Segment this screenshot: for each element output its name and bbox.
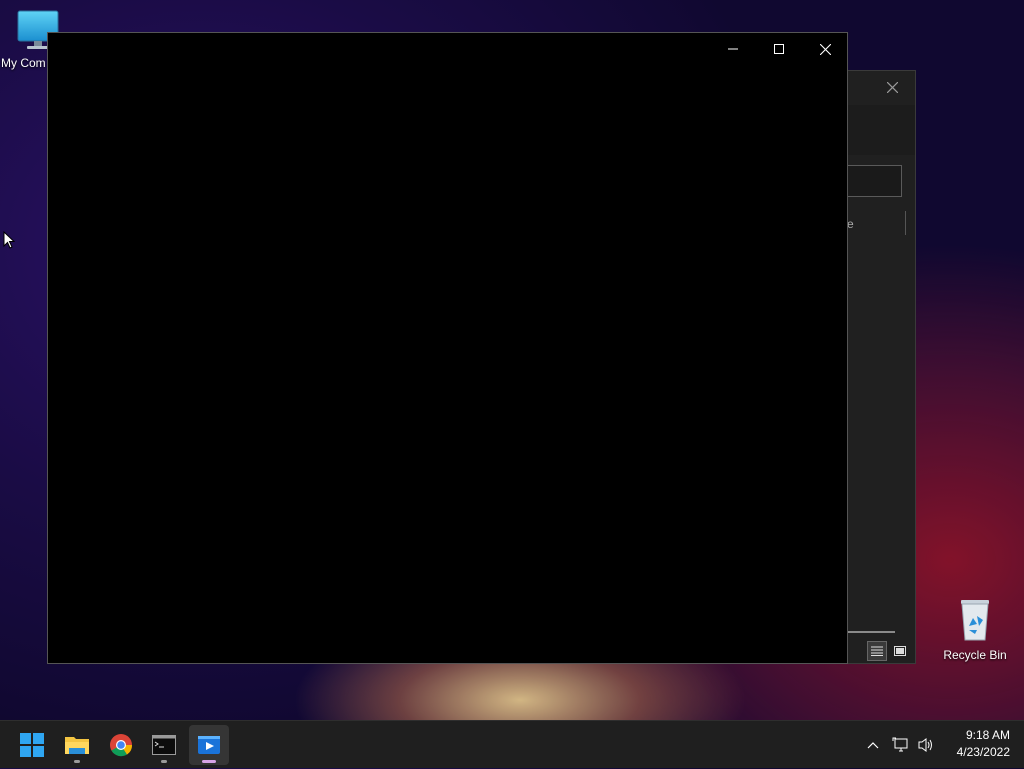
details-view-button[interactable] [867,641,887,661]
foreground-window[interactable] [47,32,848,664]
terminal-icon [152,735,176,755]
taskbar: 9:18 AM 4/23/2022 [0,720,1024,768]
clock-date: 4/23/2022 [956,745,1010,759]
details-view-icon [871,646,883,656]
folder-icon [65,737,89,754]
close-icon [886,81,898,93]
active-indicator [202,760,216,763]
taskbar-file-explorer[interactable] [57,725,97,765]
maximize-button[interactable] [756,33,802,65]
network-icon [892,737,908,752]
chevron-up-icon [867,742,879,749]
background-window-close-button[interactable] [879,75,905,99]
volume-icon [918,738,932,752]
volume-button[interactable] [914,721,938,769]
mouse-cursor-icon [3,231,15,249]
background-window-separator [905,211,906,235]
background-window-column-header: e [847,217,854,231]
taskbar-chrome[interactable] [101,725,141,765]
thumbnail-view-button[interactable] [890,641,910,661]
desktop-icon-recycle-bin[interactable]: Recycle Bin [938,596,1012,662]
clock-time: 9:18 AM [965,728,1010,742]
minimize-icon [728,48,738,50]
running-indicator [161,760,167,763]
windows-start-icon [20,733,44,757]
taskbar-command-prompt[interactable] [144,725,184,765]
clock[interactable]: 9:18 AM 4/23/2022 [944,727,1010,761]
close-button[interactable] [802,33,848,65]
network-button[interactable] [889,721,913,769]
running-indicator [74,760,80,763]
close-icon [819,43,831,55]
taskbar-media-player[interactable] [189,725,229,765]
media-player-icon [198,736,220,754]
recycle-bin-icon [961,600,989,641]
chrome-icon [110,734,133,757]
desktop-icon-label: Recycle Bin [943,648,1007,662]
show-hidden-icons-button[interactable] [862,721,884,769]
start-button[interactable] [12,725,52,765]
thumbnail-view-icon [894,646,906,656]
maximize-icon [774,44,784,54]
minimize-button[interactable] [710,33,756,65]
